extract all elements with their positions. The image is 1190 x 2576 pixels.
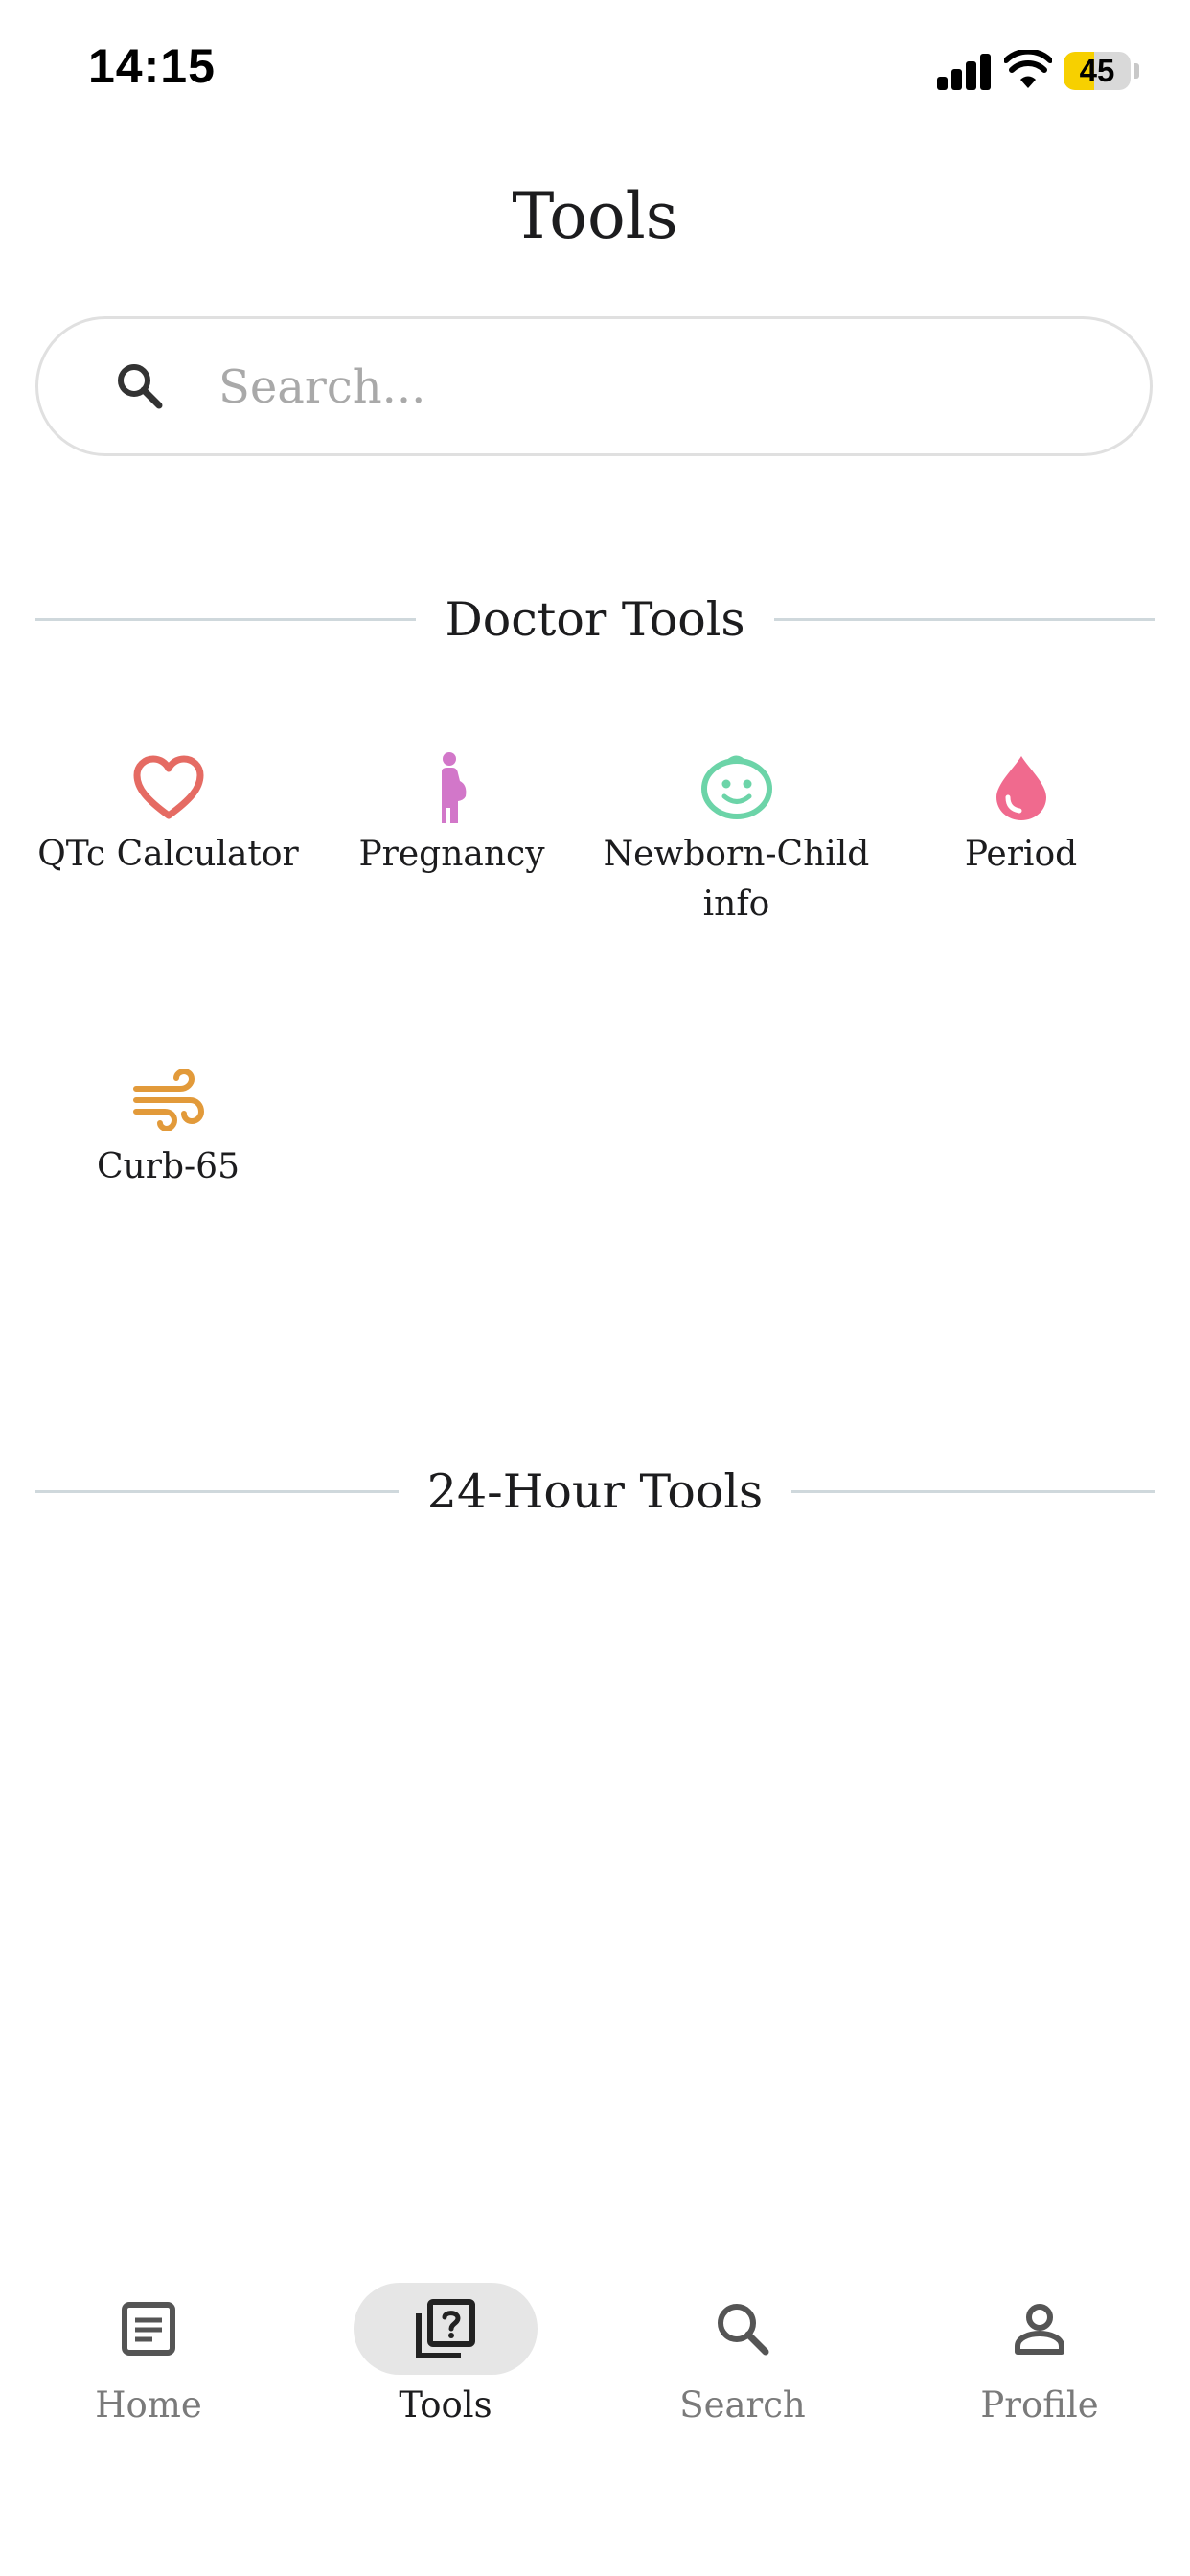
search-input[interactable] bbox=[217, 338, 1083, 436]
question-box-icon bbox=[416, 2299, 475, 2358]
tab-tools[interactable]: Tools bbox=[297, 2283, 594, 2455]
tab-label: Search bbox=[679, 2384, 806, 2426]
tool-curb-65[interactable]: Curb-65 bbox=[26, 1062, 310, 1192]
battery-level: 45 bbox=[1079, 53, 1115, 88]
wind-icon bbox=[130, 1062, 207, 1138]
divider-line bbox=[773, 617, 1155, 621]
battery-nub bbox=[1134, 63, 1139, 79]
cellular-signal-icon bbox=[937, 54, 993, 90]
search-icon bbox=[718, 2304, 769, 2356]
divider-line bbox=[791, 1489, 1155, 1493]
tool-period[interactable]: Period bbox=[879, 749, 1163, 880]
tab-icon-container bbox=[57, 2283, 240, 2375]
bottom-tab-bar: Home Tools Search Profile bbox=[0, 2262, 1190, 2453]
tool-label: Pregnancy bbox=[358, 835, 545, 874]
tool-label: QTc Calculator bbox=[37, 835, 299, 874]
status-bar: 14:15 45 bbox=[0, 0, 1190, 144]
section-title: 24-Hour Tools bbox=[426, 1463, 764, 1519]
pregnant-person-icon bbox=[414, 749, 491, 826]
status-time: 14:15 bbox=[88, 39, 216, 93]
tab-label: Profile bbox=[980, 2384, 1099, 2426]
search-bar[interactable] bbox=[35, 316, 1153, 456]
tab-search[interactable]: Search bbox=[594, 2283, 891, 2455]
search-icon bbox=[118, 364, 163, 409]
tool-label: Period bbox=[964, 835, 1078, 874]
tool-qtc-calculator[interactable]: QTc Calculator bbox=[26, 749, 310, 880]
wifi-icon bbox=[1004, 50, 1052, 88]
tool-label: Curb-65 bbox=[97, 1147, 240, 1186]
tab-profile[interactable]: Profile bbox=[891, 2283, 1188, 2455]
battery-icon: 45 bbox=[1064, 52, 1131, 90]
page-title: Tools bbox=[512, 179, 678, 253]
baby-face-icon bbox=[698, 749, 775, 826]
tab-icon-container bbox=[651, 2283, 835, 2375]
document-icon bbox=[122, 2302, 175, 2356]
divider-line bbox=[35, 1489, 399, 1493]
tool-newborn-child-info[interactable]: Newborn-Child info bbox=[594, 749, 879, 930]
blood-drop-icon bbox=[983, 749, 1060, 826]
divider-line bbox=[35, 617, 417, 621]
person-icon bbox=[1015, 2304, 1064, 2355]
tab-home[interactable]: Home bbox=[0, 2283, 297, 2455]
tool-pregnancy[interactable]: Pregnancy bbox=[309, 749, 594, 880]
section-header-24-hour-tools: 24-Hour Tools bbox=[35, 1453, 1155, 1530]
tab-icon-container bbox=[948, 2283, 1132, 2375]
section-title: Doctor Tools bbox=[445, 591, 745, 647]
tab-icon-container bbox=[354, 2283, 538, 2375]
section-header-doctor-tools: Doctor Tools bbox=[35, 581, 1155, 657]
heart-icon bbox=[130, 749, 207, 826]
tool-label: Newborn-Child info bbox=[603, 835, 870, 924]
tab-label: Tools bbox=[399, 2384, 492, 2426]
tab-label: Home bbox=[95, 2384, 202, 2426]
